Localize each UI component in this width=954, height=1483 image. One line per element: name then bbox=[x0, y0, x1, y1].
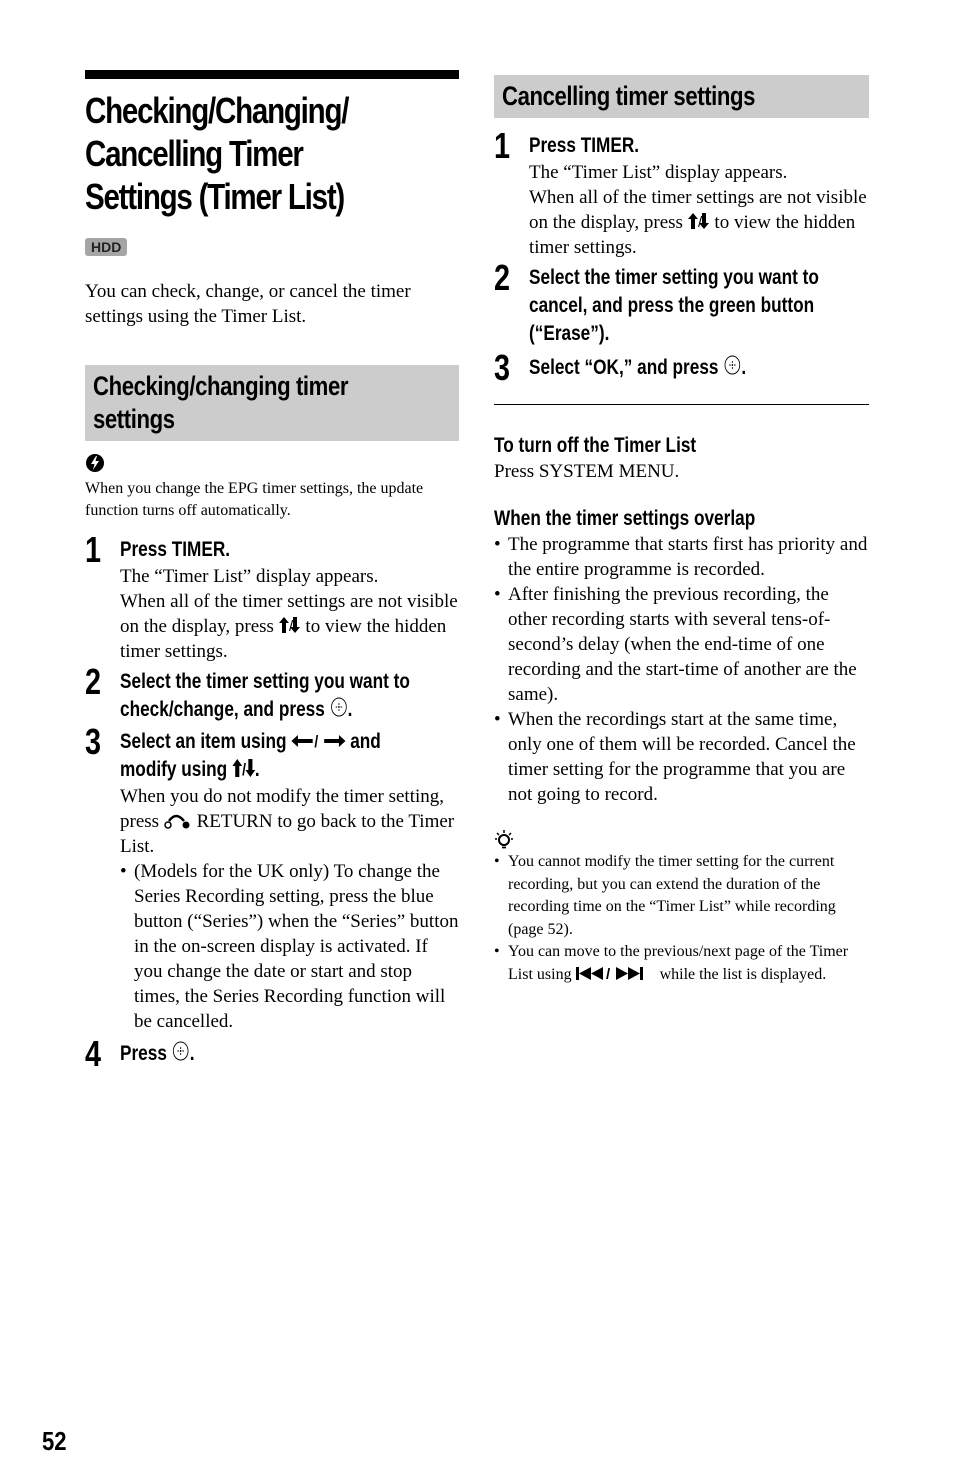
left-right-arrows-icon: / bbox=[291, 733, 346, 750]
heading-line: cancel, and press the green button bbox=[529, 294, 815, 317]
step-body: When you do not modify the timer setting… bbox=[120, 784, 459, 1034]
title-line: Cancelling Timer bbox=[85, 133, 304, 174]
enter-button-icon bbox=[330, 697, 347, 717]
up-down-arrows-icon: / bbox=[231, 759, 255, 778]
heading-text: and bbox=[350, 730, 381, 753]
divider bbox=[494, 404, 869, 405]
cancel-step-1: 1 Press TIMER. The “Timer List” display … bbox=[494, 126, 869, 260]
svg-text:/: / bbox=[314, 733, 318, 750]
step-heading: Select an item using / and modify using … bbox=[120, 728, 464, 784]
page-title: Checking/Changing/ Cancelling Timer Sett… bbox=[85, 89, 462, 218]
title-rule bbox=[85, 70, 459, 79]
body-line: When all of the timer settings are not v… bbox=[120, 589, 459, 664]
heading-line: Select the timer setting you want to bbox=[120, 670, 410, 693]
lightbulb-hint-icon bbox=[495, 830, 513, 849]
period: . bbox=[741, 356, 747, 379]
step-number: 1 bbox=[494, 125, 511, 166]
heading-text: Cancelling timer settings bbox=[502, 81, 756, 111]
prev-next-icon: / bbox=[575, 966, 643, 981]
body-line: When all of the timer settings are not v… bbox=[529, 185, 869, 260]
step-1: 1 Press TIMER. The “Timer List” display … bbox=[85, 530, 459, 664]
lightning-note-icon bbox=[86, 454, 104, 472]
step-heading: Select the timer setting you want to canc… bbox=[529, 264, 873, 348]
step-heading: Press . bbox=[120, 1040, 464, 1068]
hint-bullet: You can move to the previous/next page o… bbox=[494, 941, 869, 986]
page-number: 52 bbox=[42, 1426, 67, 1456]
period: . bbox=[347, 698, 353, 721]
heading-line: (“Erase”). bbox=[529, 322, 610, 345]
turn-off-section: To turn off the Timer List Press SYSTEM … bbox=[494, 433, 869, 484]
period: . bbox=[254, 758, 260, 781]
step-2: 2 Select the timer setting you want to ch… bbox=[85, 662, 459, 724]
period: . bbox=[189, 1042, 195, 1065]
hint-bullet: You cannot modify the timer setting for … bbox=[494, 851, 869, 941]
svg-text:/: / bbox=[606, 966, 611, 981]
heading-line: settings bbox=[93, 404, 175, 434]
heading-line: Select the timer setting you want to bbox=[529, 266, 819, 289]
hdd-badge: HDD bbox=[85, 238, 128, 256]
heading-line: check/change, and press bbox=[120, 698, 325, 721]
title-line: Settings (Timer List) bbox=[85, 176, 345, 217]
step-heading: Press TIMER. bbox=[529, 134, 640, 157]
heading-line: Checking/changing timer bbox=[93, 371, 349, 401]
step-number: 4 bbox=[85, 1033, 102, 1074]
step-number: 3 bbox=[494, 347, 511, 388]
step-number: 3 bbox=[85, 721, 102, 762]
note-text: When you change the EPG timer settings, … bbox=[85, 480, 424, 519]
subheading: To turn off the Timer List bbox=[494, 434, 697, 457]
section-heading-checking: Checking/changing timer settings bbox=[85, 365, 459, 441]
heading-text: Select an item using bbox=[120, 730, 287, 753]
cancel-step-3: 3 Select “OK,” and press . bbox=[494, 348, 869, 388]
up-down-arrows-icon: / bbox=[687, 213, 709, 230]
enter-button-icon bbox=[172, 1041, 189, 1061]
overlap-section: When the timer settings overlap The prog… bbox=[494, 506, 869, 807]
step-number: 1 bbox=[85, 529, 102, 570]
heading-text: Press bbox=[120, 1042, 167, 1065]
step-heading: Select the timer setting you want to chec… bbox=[120, 668, 464, 724]
step-bullet: (Models for the UK only) To change the S… bbox=[120, 859, 459, 1034]
intro-text: You can check, change, or cancel the tim… bbox=[85, 281, 411, 327]
overlap-bullet: After finishing the previous recording, … bbox=[494, 582, 869, 707]
left-column: Checking/Changing/ Cancelling Timer Sett… bbox=[85, 70, 462, 1074]
step-number: 2 bbox=[494, 257, 511, 298]
svg-text:/: / bbox=[242, 761, 246, 778]
step-heading: Select “OK,” and press . bbox=[529, 354, 873, 382]
cancel-step-2: 2 Select the timer setting you want to ca… bbox=[494, 258, 869, 348]
title-line: Checking/Changing/ bbox=[85, 90, 349, 131]
overlap-bullet: The programme that starts first has prio… bbox=[494, 532, 869, 582]
step-body: The “Timer List” display appears. When a… bbox=[120, 564, 459, 664]
right-column: Cancelling timer settings 1 Press TIMER.… bbox=[494, 75, 869, 986]
heading-text: modify using bbox=[120, 758, 228, 781]
hint-text: while the list is displayed. bbox=[659, 965, 827, 983]
body-line: The “Timer List” display appears. bbox=[529, 162, 788, 183]
turn-off-text: Press SYSTEM MENU. bbox=[494, 461, 680, 482]
heading-text: Select “OK,” and press bbox=[529, 356, 719, 379]
subheading: When the timer settings overlap bbox=[494, 507, 756, 530]
step-3: 3 Select an item using / and modify usin… bbox=[85, 722, 459, 1034]
section-heading-cancelling: Cancelling timer settings bbox=[494, 75, 869, 118]
step-body: The “Timer List” display appears. When a… bbox=[529, 160, 869, 260]
up-down-arrows-icon: / bbox=[278, 617, 300, 634]
step-4: 4 Press . bbox=[85, 1034, 459, 1074]
step-number: 2 bbox=[85, 661, 102, 702]
enter-button-icon bbox=[724, 355, 741, 375]
return-icon bbox=[164, 814, 190, 829]
overlap-bullet: When the recordings start at the same ti… bbox=[494, 707, 869, 807]
body-line: The “Timer List” display appears. bbox=[120, 566, 379, 587]
step-heading: Press TIMER. bbox=[120, 538, 231, 561]
